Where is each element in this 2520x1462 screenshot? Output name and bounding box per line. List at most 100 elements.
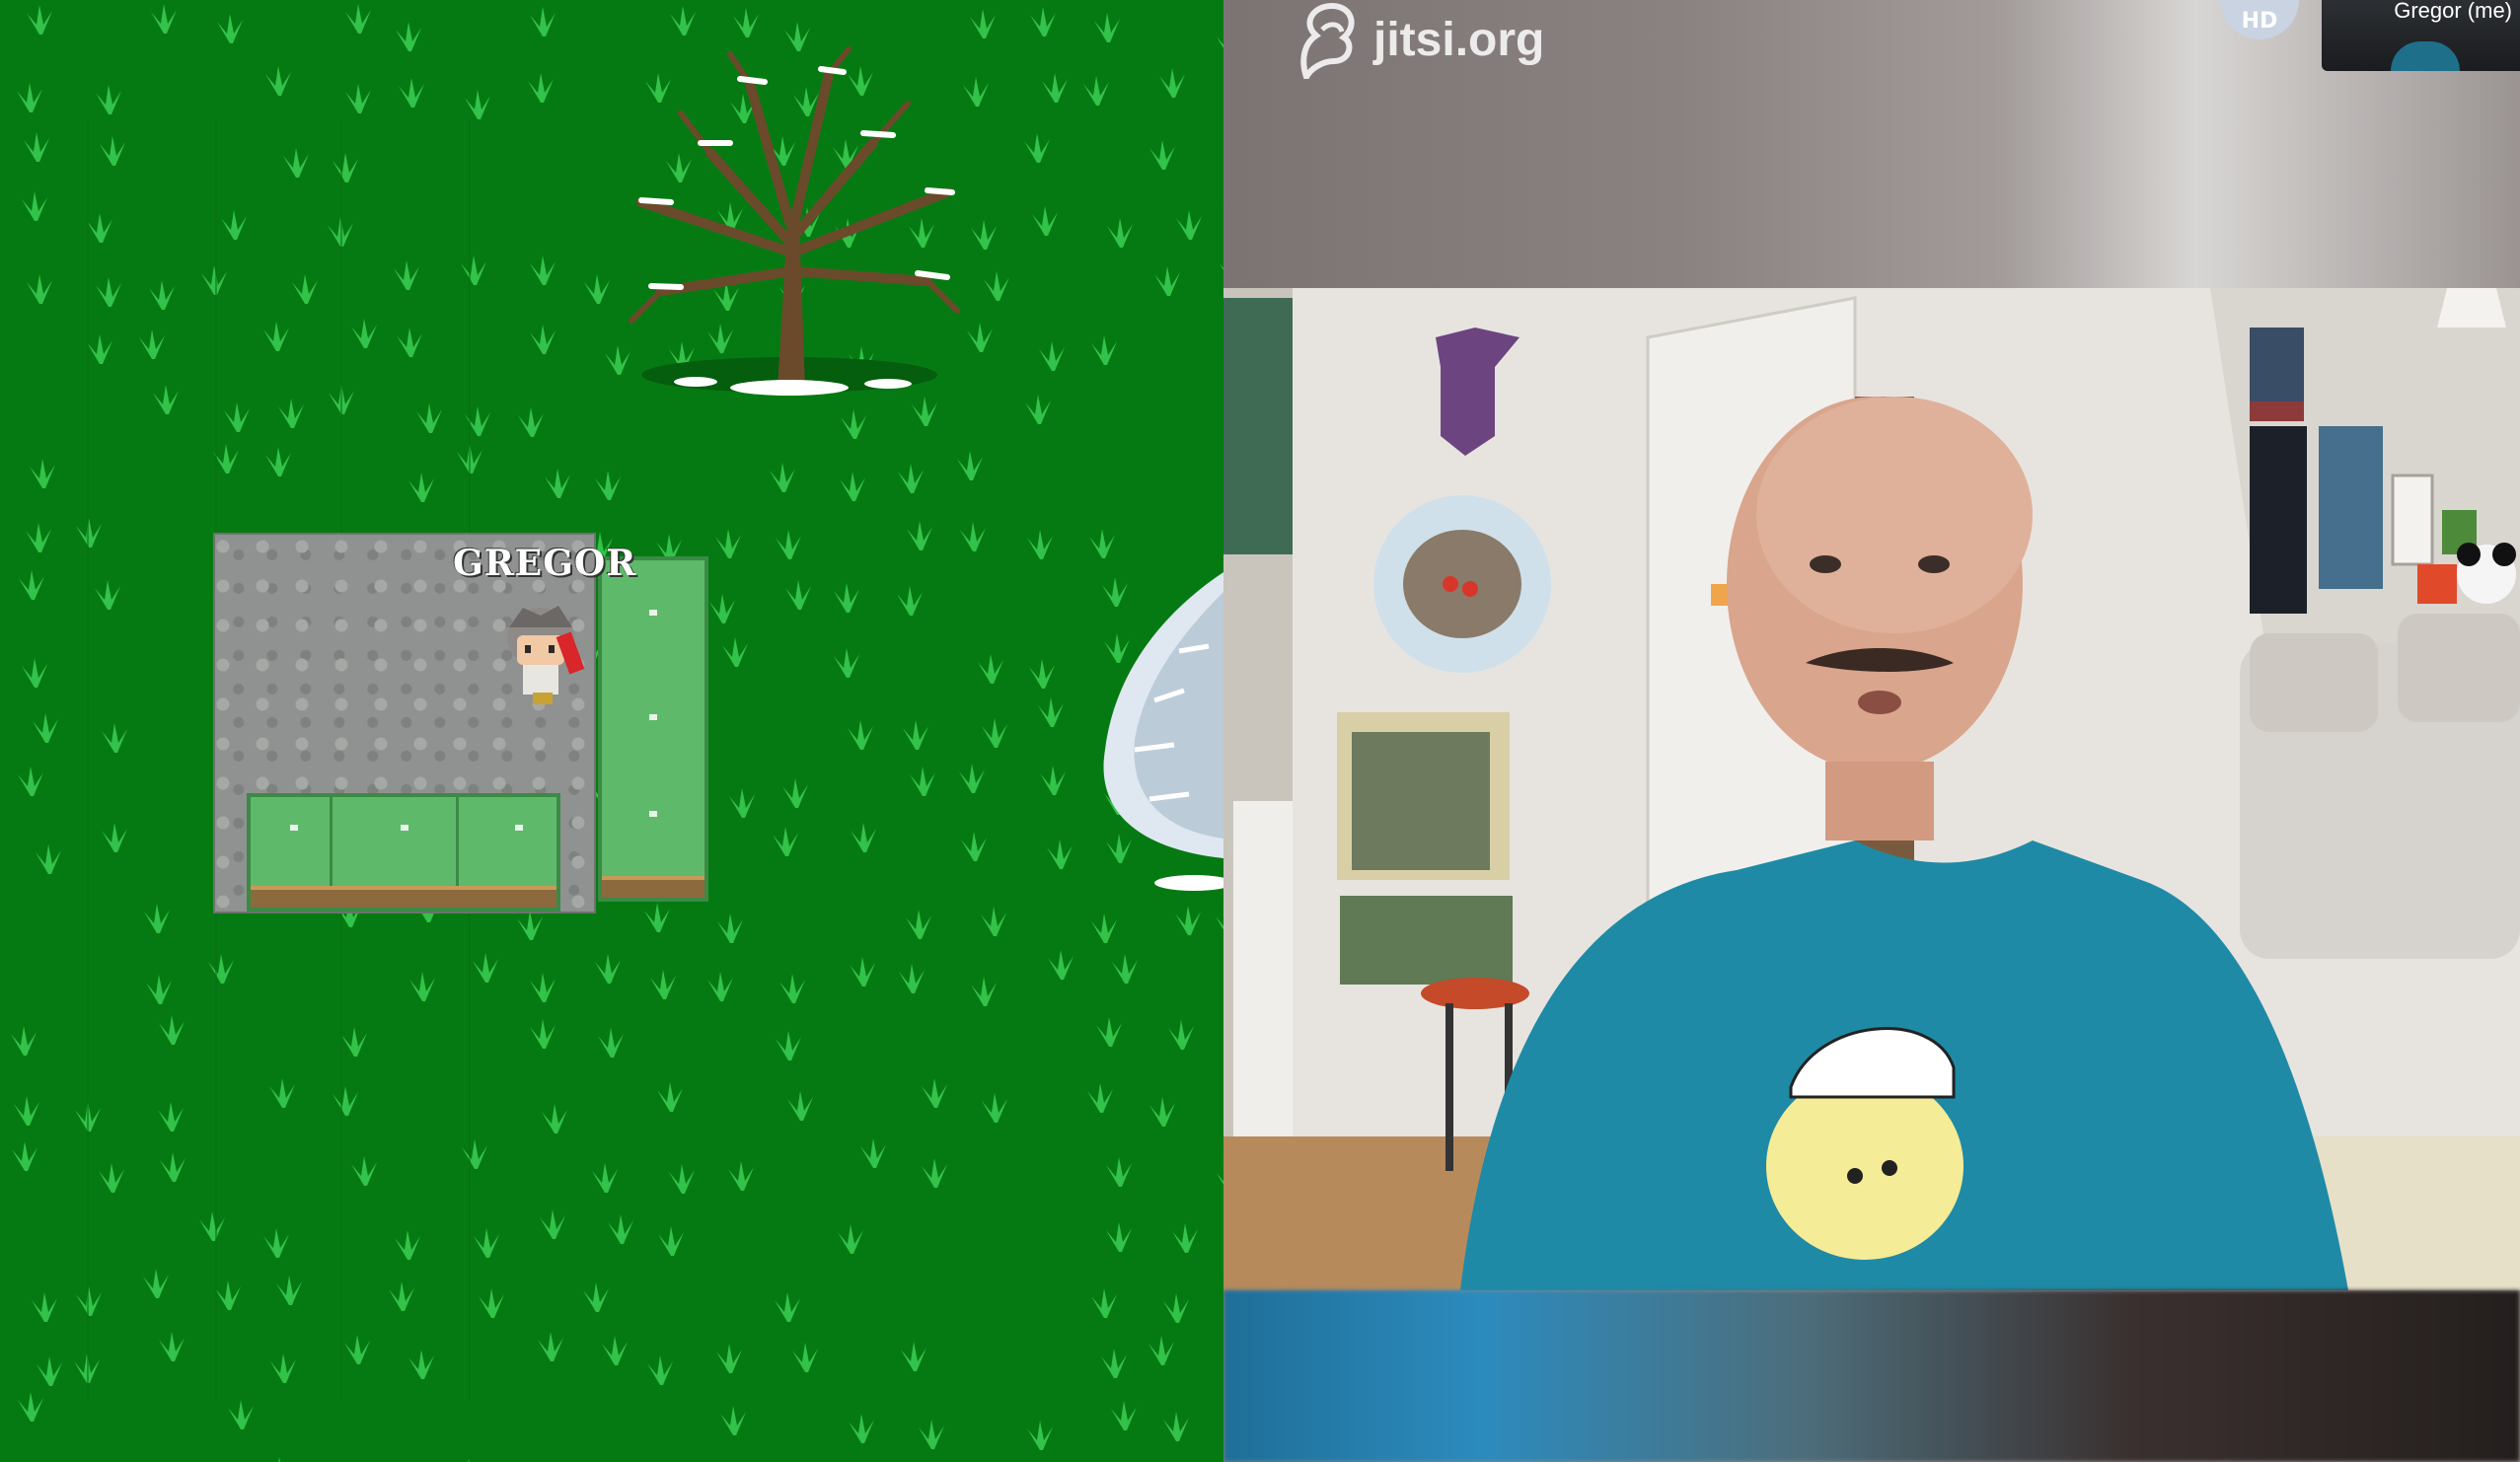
video-scene — [1223, 288, 2520, 1290]
grass-tuft — [957, 451, 984, 481]
grass-tuft — [351, 1156, 378, 1187]
grass-tuft — [722, 636, 749, 667]
grass-tuft — [408, 472, 435, 502]
grass-tuft — [275, 1275, 302, 1305]
grass-tuft — [332, 1085, 358, 1116]
grass-tuft — [898, 464, 925, 494]
grass-tuft — [983, 271, 1009, 302]
grass-tuft — [529, 7, 556, 37]
player-avatar[interactable] — [493, 598, 588, 716]
grass-tuft — [1047, 839, 1074, 869]
grass-tuft — [1159, 67, 1186, 98]
grass-tuft — [228, 1399, 255, 1429]
grass-tuft — [36, 843, 62, 874]
grass-tuft — [906, 520, 932, 550]
grass-tuft — [901, 1342, 927, 1372]
grass-tuft — [779, 973, 806, 1003]
grass-tuft — [517, 406, 544, 437]
grass-tuft — [1111, 1400, 1138, 1430]
grass-tuft — [1038, 340, 1065, 371]
grass-tuft — [528, 72, 555, 103]
grass-tuft — [10, 1026, 37, 1057]
grass-tuft — [26, 273, 52, 304]
terrain-seam — [87, 118, 89, 1401]
grass-tuft — [971, 977, 998, 1007]
grass-tuft — [291, 273, 318, 304]
grass-tuft — [595, 471, 622, 501]
grass-tuft — [833, 647, 859, 678]
grass-tuft — [540, 1208, 566, 1239]
grass-tuft — [21, 658, 47, 689]
grass-tuft — [1219, 262, 1223, 270]
remote-video-frame[interactable] — [1223, 288, 2520, 1290]
local-video-thumbnail[interactable]: Gregor (me) — [2322, 0, 2520, 71]
grass-tuft — [212, 444, 239, 475]
grass-tuft — [851, 823, 877, 853]
grass-tuft — [1047, 950, 1074, 980]
grass-tuft — [1153, 266, 1180, 297]
grass-tuft — [1029, 659, 1056, 690]
grass-tuft — [1029, 6, 1056, 37]
grass-tuft — [25, 522, 51, 552]
grass-tuft — [896, 585, 923, 616]
grass-tuft — [465, 405, 491, 436]
grass-tuft — [1087, 1082, 1114, 1113]
grass-tuft — [1112, 954, 1139, 985]
grass-tuft — [396, 22, 422, 52]
grass-tuft — [529, 324, 556, 354]
grass-tuft — [1214, 1404, 1223, 1437]
horizontal-bench[interactable] — [247, 793, 560, 912]
grass-tuft — [1162, 1292, 1189, 1323]
grass-tuft — [394, 260, 420, 290]
grass-tuft — [395, 1230, 421, 1261]
grass-tuft — [960, 832, 987, 862]
grass-tuft — [465, 90, 491, 120]
grass-tuft — [1042, 73, 1069, 103]
grass-tuft — [262, 1227, 289, 1258]
grass-tuft — [847, 720, 873, 751]
video-call-panel: jitsi.org HD Gregor (me) — [1223, 0, 2520, 1462]
grass-tuft — [772, 827, 798, 856]
grass-tuft — [582, 1281, 609, 1312]
grass-tuft — [538, 1332, 564, 1362]
grass-tuft — [220, 210, 247, 241]
game-viewport[interactable]: GREGOR — [0, 0, 1223, 1462]
grass-tuft — [398, 78, 424, 109]
grass-tuft — [848, 1413, 874, 1443]
grass-tuft — [833, 583, 859, 614]
grass-tuft — [670, 5, 697, 36]
grass-tuft — [1214, 1039, 1223, 1072]
grass-tuft — [909, 767, 935, 797]
grass-tuft — [607, 1213, 633, 1244]
grass-tuft — [268, 1078, 295, 1109]
grass-tuft — [32, 713, 58, 744]
grass-tuft — [151, 4, 178, 35]
grass-tuft — [1026, 1420, 1053, 1450]
grass-tuft — [775, 1030, 801, 1060]
jitsi-logo[interactable]: jitsi.org — [1293, 0, 1544, 79]
grass-tuft — [719, 1406, 746, 1436]
grass-tuft — [341, 1026, 368, 1057]
grass-tuft — [838, 1223, 864, 1254]
grass-tuft — [958, 763, 985, 793]
local-participant-name: Gregor (me) — [2394, 0, 2512, 23]
grass-tuft — [1217, 1173, 1223, 1186]
grass-tuft — [26, 5, 52, 36]
grass-tuft — [1175, 906, 1202, 936]
grass-tuft — [980, 906, 1006, 936]
grass-tuft — [29, 458, 55, 488]
grass-tuft — [1024, 132, 1051, 163]
grass-tuft — [530, 972, 556, 1002]
grass-tuft — [791, 1343, 818, 1373]
grass-tuft — [86, 333, 112, 364]
grass-tuft — [86, 213, 112, 244]
grass-tuft — [1037, 697, 1064, 728]
grass-tuft — [902, 720, 928, 751]
grass-tuft — [408, 1349, 434, 1379]
vertical-bench[interactable] — [598, 556, 708, 902]
bare-snowy-tree — [629, 46, 960, 396]
grass-tuft — [657, 1082, 684, 1113]
grass-tuft — [12, 1141, 37, 1172]
grass-tuft — [153, 384, 179, 414]
jitsi-logo-icon — [1300, 2, 1355, 79]
